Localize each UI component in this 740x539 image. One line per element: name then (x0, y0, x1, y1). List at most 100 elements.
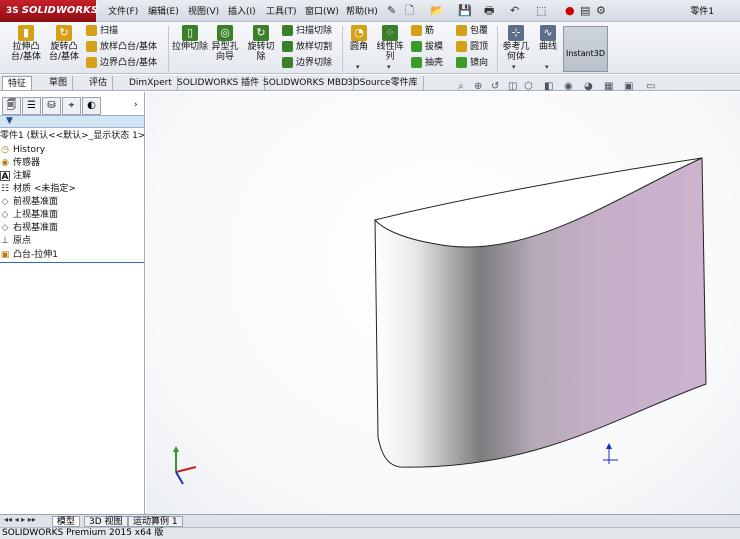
print-icon[interactable]: 🖶 (484, 3, 494, 18)
menu-view[interactable]: 视图(V) (188, 4, 219, 17)
open-icon[interactable]: 📂 (430, 3, 444, 18)
tab-3d-views[interactable]: 3D 视图 (84, 516, 128, 527)
tab-3dsource[interactable]: 3DSource零件库 (342, 76, 424, 90)
tree-item-sensors[interactable]: ◉ 传感器 (0, 157, 40, 170)
swept-cut-button[interactable]: 扫描切除 (282, 25, 332, 37)
tree-item-label: 原点 (13, 236, 32, 246)
sweep-button[interactable]: 扫描 (86, 25, 118, 37)
dimxpert-manager-tab-icon[interactable]: ⌖ (62, 97, 81, 115)
wrap-button[interactable]: 包覆 (456, 25, 488, 37)
solidworks-logo[interactable]: 3S SOLIDWORKS (0, 0, 98, 22)
boundary-cut-button[interactable]: 边界切除 (282, 57, 332, 69)
select-icon[interactable]: ⬚ (536, 3, 546, 18)
reference-geometry-button[interactable]: ⊹ 参考几何体 (500, 25, 532, 62)
tree-item-top-plane[interactable]: ◇ 上视基准面 (0, 209, 58, 222)
loft-boss-button[interactable]: 放样凸台/基体 (86, 41, 157, 53)
tree-item-origin[interactable]: ⊥ 原点 (0, 235, 31, 248)
extrude-boss-icon: ▮ (18, 25, 34, 41)
tree-item-label: 上视基准面 (13, 210, 59, 220)
pin-icon[interactable]: ✎ (387, 3, 396, 18)
tree-item-label: 右视基准面 (13, 223, 59, 233)
draft-icon (411, 41, 422, 52)
new-document-icon[interactable]: 🗋 (405, 3, 414, 18)
rebuild-icon[interactable]: ● (565, 3, 575, 18)
model-canvas[interactable] (146, 92, 740, 514)
instant3d-button[interactable]: Instant3D (563, 26, 608, 72)
draft-button[interactable]: 拔模 (411, 41, 443, 53)
undo-icon[interactable]: ↶ (510, 3, 519, 18)
extrude-cut-button[interactable]: ▯ 拉伸切除 (172, 25, 208, 52)
options-icon[interactable]: ⚙ (596, 3, 606, 18)
curves-icon: ∿ (540, 25, 556, 41)
mirror-button[interactable]: 镜向 (456, 57, 488, 69)
tree-item-history[interactable]: ◷ History (0, 144, 45, 157)
menu-help[interactable]: 帮助(H) (346, 4, 378, 17)
tab-model[interactable]: 模型 (52, 516, 81, 527)
tree-item-front-plane[interactable]: ◇ 前视基准面 (0, 196, 58, 209)
document-title: 零件1 (690, 7, 714, 17)
filter-icon[interactable]: ▼ (6, 116, 13, 126)
plane-icon: ◇ (1, 209, 9, 220)
rollback-bar[interactable] (0, 262, 144, 263)
tab-nav-arrows-icon[interactable]: ◂◂ ◂ ▸ ▸▸ (4, 515, 36, 524)
tree-item-material[interactable]: ☷ 材质 <未指定> (0, 183, 76, 196)
lofted-cut-button[interactable]: 放样切割 (282, 41, 332, 53)
menu-window[interactable]: 窗口(W) (305, 4, 339, 17)
feature-manager-tab-icon[interactable]: 🗐 (2, 97, 21, 115)
menu-insert[interactable]: 插入(I) (228, 4, 256, 17)
menu-edit[interactable]: 编辑(E) (148, 4, 179, 17)
curves-dropdown-icon[interactable]: ▾ (545, 63, 549, 71)
plane-icon: ◇ (1, 196, 9, 207)
tree-item-boss-extrude1[interactable]: ▣ 凸台-拉伸1 (0, 249, 58, 262)
sweep-label: 扫描 (100, 26, 119, 36)
menu-tools[interactable]: 工具(T) (266, 4, 297, 17)
dome-label: 圆顶 (470, 42, 489, 52)
graphics-area[interactable]: ⌕ ⊕ ↺ ◫ ⬡ ◧ ◉ ◕ ▦ ▣ ▭ (146, 81, 740, 514)
shell-label: 抽壳 (425, 58, 444, 68)
filter-bar[interactable]: ▼ (0, 115, 144, 128)
tree-item-right-plane[interactable]: ◇ 右视基准面 (0, 222, 58, 235)
extrude-boss-button[interactable]: ▮ 拉伸凸台/基体 (8, 25, 44, 62)
tab-addins[interactable]: SOLIDWORKS 插件 (172, 76, 266, 90)
linear-pattern-button[interactable]: ⁘ 线性阵列 (373, 25, 407, 62)
revolve-boss-button[interactable]: ↻ 旋转凸台/基体 (46, 25, 82, 62)
material-icon: ☷ (0, 183, 10, 194)
status-bar: SOLIDWORKS Premium 2015 x64 版 (0, 527, 740, 539)
hole-wizard-icon: ◎ (217, 25, 233, 41)
hole-wizard-button[interactable]: ◎ 异型孔向导 (208, 25, 242, 62)
dome-button[interactable]: 圆顶 (456, 41, 488, 53)
tab-motion-study[interactable]: 运动算例 1 (128, 516, 183, 527)
tab-evaluate[interactable]: 评估 (84, 76, 114, 90)
revolve-cut-button[interactable]: ↻ 旋转切除 (244, 25, 278, 62)
fillet-dropdown-icon[interactable]: ▾ (356, 63, 360, 71)
curves-button[interactable]: ∿ 曲线 (534, 25, 562, 52)
tab-mbd[interactable]: SOLIDWORKS MBD (258, 76, 354, 90)
rib-button[interactable]: 筋 (411, 25, 434, 37)
menu-file[interactable]: 文件(F) (108, 4, 138, 17)
display-manager-tab-icon[interactable]: ◐ (82, 97, 101, 115)
boundary-boss-button[interactable]: 边界凸台/基体 (86, 57, 157, 69)
panel-expand-icon[interactable]: › (134, 100, 138, 110)
tree-item-label: 材质 <未指定> (13, 184, 76, 194)
tab-dimxpert[interactable]: DimXpert (124, 76, 178, 90)
tab-sketch[interactable]: 草图 (44, 76, 74, 90)
save-icon[interactable]: 💾 (458, 3, 472, 18)
tab-features[interactable]: 特征 (2, 76, 33, 90)
fillet-button[interactable]: ◔ 圆角 (346, 25, 372, 52)
rib-label: 筋 (425, 26, 435, 36)
pattern-dropdown-icon[interactable]: ▾ (387, 63, 391, 71)
linear-pattern-icon: ⁘ (382, 25, 398, 41)
tree-item-label: 凸台-拉伸1 (13, 250, 58, 260)
file-properties-icon[interactable]: ▤ (580, 3, 590, 18)
extruded-body[interactable] (374, 157, 707, 468)
extrude-boss-label: 拉伸凸台/基体 (10, 42, 42, 62)
mirror-icon (456, 57, 467, 68)
tree-root[interactable]: 零件1 (默认<<默认>_显示状态 1>) (0, 130, 149, 143)
configuration-manager-tab-icon[interactable]: ⛁ (42, 97, 61, 115)
property-manager-tab-icon[interactable]: ☰ (22, 97, 41, 115)
ribbon-separator (342, 26, 343, 72)
tree-item-annotations[interactable]: A 注解 (0, 170, 31, 183)
shell-button[interactable]: 抽壳 (411, 57, 443, 69)
ref-geometry-dropdown-icon[interactable]: ▾ (512, 63, 516, 71)
tree-item-label: History (13, 145, 46, 155)
